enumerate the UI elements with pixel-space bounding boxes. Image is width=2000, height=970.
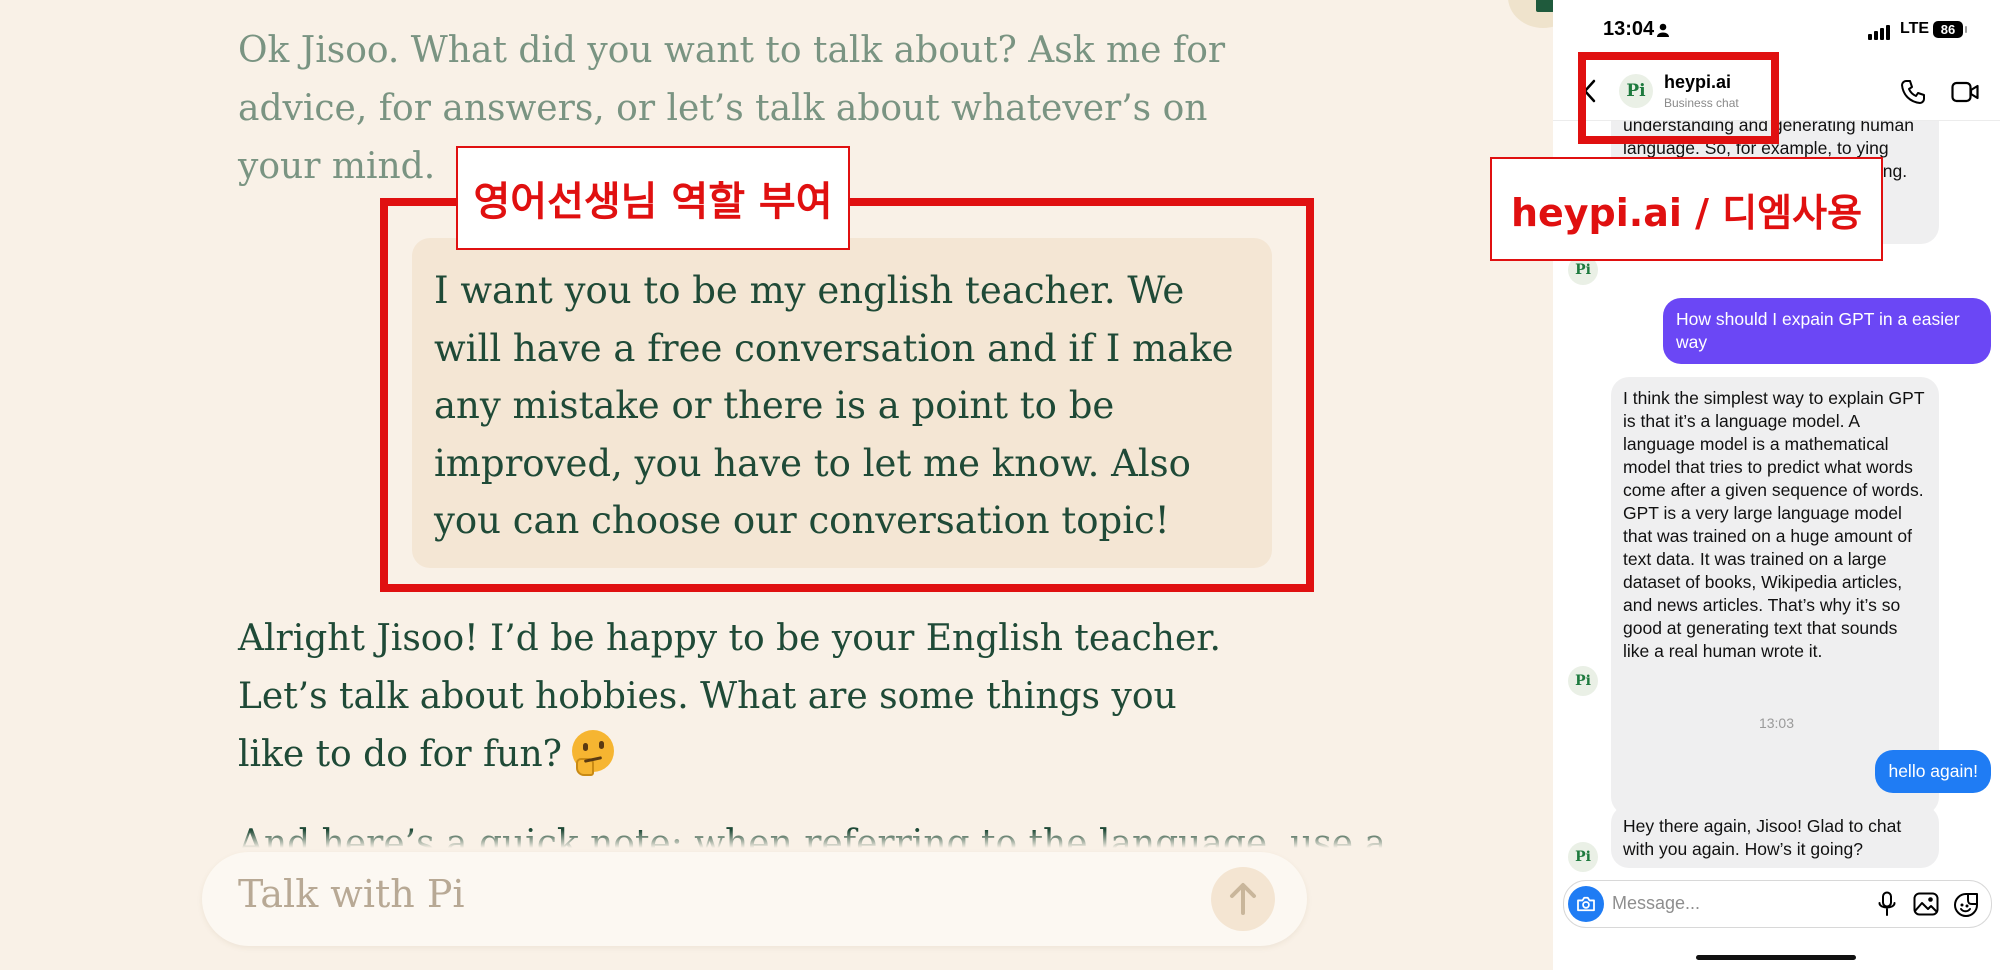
avatar: Pi — [1568, 666, 1598, 696]
person-icon — [1657, 23, 1669, 37]
message-timestamp: 13:03 — [1758, 715, 1795, 731]
send-button[interactable] — [1211, 867, 1275, 931]
annotation-label-teacher-role: 영어선생님 역할 부여 — [456, 146, 850, 250]
user-message-bubble: How should I expain GPT in a easier way — [1663, 298, 1991, 364]
header-highlight-frame — [1578, 52, 1779, 144]
battery-level: 86 — [1940, 22, 1956, 37]
signal-icon — [1868, 22, 1892, 40]
annotation-label-heypi: heypi.ai / 디엠사용 — [1490, 157, 1883, 261]
arrow-up-icon — [1230, 883, 1256, 915]
pi-message-bubble: Hey there again, Jisoo! Glad to chat wit… — [1611, 805, 1939, 868]
gallery-icon[interactable] — [1913, 892, 1939, 916]
phone-dm-panel: 13:04 LTE 86 Pi heypi.ai Business chat u… — [1553, 0, 2000, 970]
pi-corner-icon[interactable] — [1508, 0, 1553, 28]
status-bar: 13:04 LTE 86 — [1553, 0, 2000, 60]
prompt-highlight-frame — [380, 198, 1314, 592]
message-composer[interactable]: Message... — [1563, 880, 1992, 928]
video-call-icon[interactable] — [1951, 80, 1979, 104]
camera-icon — [1577, 896, 1595, 912]
battery-icon: 86 — [1933, 21, 1967, 38]
phone-call-icon[interactable] — [1900, 79, 1926, 105]
network-label: LTE — [1900, 20, 1930, 37]
microphone-icon[interactable] — [1877, 891, 1897, 917]
camera-button[interactable] — [1568, 886, 1604, 922]
message-input[interactable]: Message... — [1612, 893, 1700, 914]
home-indicator[interactable] — [1696, 955, 1856, 960]
status-time: 13:04 — [1603, 18, 1655, 40]
pi-message: Alright Jisoo! I’d be happy to be your E… — [238, 610, 1248, 784]
thinking-face-icon — [571, 730, 614, 776]
pi-input-placeholder: Talk with Pi — [238, 872, 465, 916]
user-message-bubble: hello again! — [1875, 750, 1991, 793]
pi-message-text: Alright Jisoo! I’d be happy to be your E… — [238, 618, 1221, 775]
avatar: Pi — [1568, 842, 1598, 872]
pi-chat-panel: Ok Jisoo. What did you want to talk abou… — [0, 0, 1553, 970]
pi-message-input[interactable]: Talk with Pi — [202, 852, 1307, 946]
sticker-icon[interactable] — [1953, 892, 1979, 918]
